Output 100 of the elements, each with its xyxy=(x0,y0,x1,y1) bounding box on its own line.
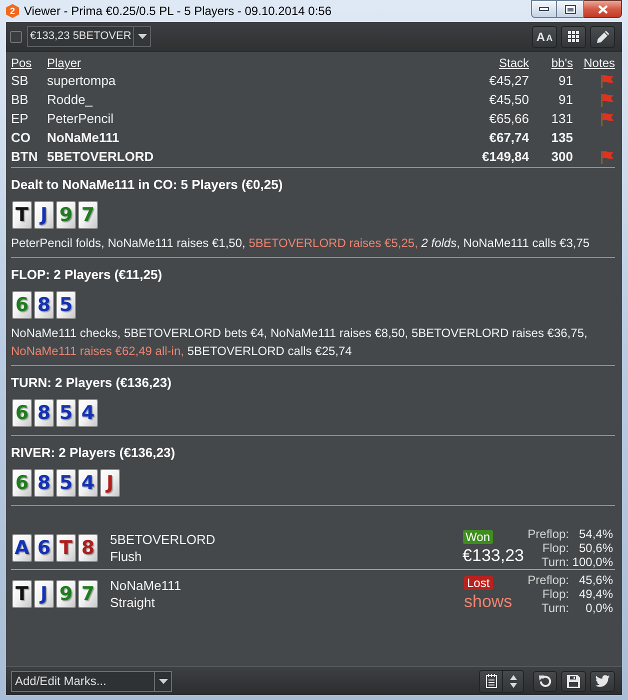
column-header[interactable]: Pos xyxy=(11,56,32,70)
playing-card: T xyxy=(12,201,32,229)
window-title: Viewer - Prima €0.25/0.5 PL - 5 Players - 09.10.2014 0:56 xyxy=(24,3,332,19)
hand-dropdown[interactable]: €133,23 5BETOVER xyxy=(27,26,152,47)
refresh-icon xyxy=(538,674,552,688)
playing-card: 5 xyxy=(56,399,76,427)
position-cell-text: EP xyxy=(11,110,30,128)
playing-card: 4 xyxy=(78,399,98,427)
equity-value: 0,0% xyxy=(584,601,613,615)
grid-icon xyxy=(568,31,579,42)
playing-card: A xyxy=(12,534,32,562)
player-cell-text: PeterPencil xyxy=(47,110,114,128)
playing-card: 8 xyxy=(34,399,54,427)
refresh-button[interactable] xyxy=(533,670,557,692)
action-log: NoNaMe111 checks, 5BETOVERLORD bets €4, NoNaMe111 raises €8,50, 5BETOVERLORD raises €36,75, NoNaMe111 raises €62,49 all-in, 5BETOVERLORD calls €25,74 xyxy=(11,325,588,360)
street-heading: RIVER: 2 Players (€136,23) xyxy=(11,444,176,462)
position-cell-text: BB xyxy=(11,91,30,109)
playing-card: 7 xyxy=(78,580,98,608)
playing-card: 5 xyxy=(56,291,76,319)
playing-card: T xyxy=(12,580,32,608)
app-logo: 2 xyxy=(6,4,19,18)
big-blinds-cell-text: 91 xyxy=(558,72,573,90)
share-button[interactable] xyxy=(590,670,615,692)
player-cell-text: Rodde_ xyxy=(47,91,94,109)
pencil-icon xyxy=(596,30,610,44)
equity-value: 45,6% xyxy=(578,573,613,587)
equity-value: 49,4% xyxy=(578,587,613,601)
bird-icon xyxy=(595,675,610,687)
playing-card: 4 xyxy=(78,469,98,497)
up-down-arrows-icon xyxy=(510,674,516,688)
playing-card: 7 xyxy=(78,201,98,229)
big-blinds-cell-text: 300 xyxy=(550,148,573,166)
playing-card: 6 xyxy=(12,469,32,497)
text-size-button[interactable]: AA xyxy=(532,26,557,48)
street-heading: FLOP: 2 Players (€11,25) xyxy=(11,266,164,284)
big-blinds-cell-text: 131 xyxy=(550,110,573,128)
equity-label: Flop: xyxy=(541,541,569,555)
position-cell-text: CO xyxy=(11,129,32,147)
column-header[interactable]: Notes xyxy=(584,56,615,70)
caret-down-icon xyxy=(138,34,147,39)
playing-card: J xyxy=(34,580,54,608)
won-badge: Won xyxy=(462,530,494,544)
stack-cell-text: €67,74 xyxy=(488,129,529,147)
column-header[interactable]: Stack xyxy=(498,56,529,70)
stack-cell-text: €149,84 xyxy=(481,148,529,166)
equity-value: 50,6% xyxy=(578,541,613,555)
street-heading: TURN: 2 Players (€136,23) xyxy=(11,374,172,392)
equity-value: 54,4% xyxy=(578,527,613,541)
maximize-icon xyxy=(564,4,576,14)
position-cell-text: BTN xyxy=(11,148,39,166)
street-heading: Dealt to NoNaMe111 in CO: 5 Players (€0,25) xyxy=(11,176,284,194)
playing-card: 9 xyxy=(56,201,76,229)
playing-card: 6 xyxy=(12,291,32,319)
caret-down-icon xyxy=(158,678,168,684)
grid-view-button[interactable] xyxy=(561,26,586,48)
showdown-status: shows xyxy=(464,590,512,612)
playing-card: 9 xyxy=(56,580,76,608)
hand-name: Straight xyxy=(110,594,156,611)
won-amount: €133,23 xyxy=(462,544,524,566)
position-cell-text: SB xyxy=(11,72,30,90)
playing-card: T xyxy=(56,534,76,562)
checkbox[interactable] xyxy=(10,30,22,42)
player-cell-text: 5BETOVERLORD xyxy=(47,148,155,166)
stack-cell-text: €45,50 xyxy=(488,91,529,109)
column-header[interactable]: bb's xyxy=(551,56,573,70)
stack-cell-text: €45,27 xyxy=(488,72,529,90)
close-button[interactable] xyxy=(584,0,622,18)
big-blinds-cell-text: 91 xyxy=(558,91,573,109)
minimize-icon xyxy=(539,7,549,11)
notepad-icon xyxy=(486,674,496,688)
playing-card: 5 xyxy=(56,469,76,497)
hand-name: Flush xyxy=(110,548,143,565)
column-header[interactable]: Player xyxy=(47,56,82,70)
playing-card: 8 xyxy=(34,469,54,497)
equity-label: Preflop: xyxy=(527,527,569,541)
player-name: 5BETOVERLORD xyxy=(110,531,216,548)
equity-label: Turn: xyxy=(540,601,569,615)
save-button[interactable] xyxy=(561,670,586,692)
equity-label: Preflop: xyxy=(527,573,569,587)
maximize-button[interactable] xyxy=(557,0,584,18)
playing-card: 6 xyxy=(34,534,54,562)
stack-cell-text: €65,66 xyxy=(488,110,529,128)
playing-card: J xyxy=(100,469,120,497)
playing-card: 8 xyxy=(78,534,98,562)
playing-card: 8 xyxy=(34,291,54,319)
close-icon xyxy=(598,4,608,14)
lost-badge: Lost xyxy=(464,576,493,590)
minimize-button[interactable] xyxy=(531,0,557,18)
equity-label: Flop: xyxy=(541,587,569,601)
player-name: NoNaMe111 xyxy=(110,577,182,594)
action-log: PeterPencil folds, NoNaMe111 raises €1,50, 5BETOVERLORD raises €5,25, 2 folds, NoNaMe111 calls €3,75 xyxy=(11,235,591,252)
equity-value: 100,0% xyxy=(571,555,613,569)
marks-dropdown[interactable]: Add/Edit Marks... xyxy=(11,670,172,692)
equity-label: Turn: xyxy=(540,555,569,569)
big-blinds-cell-text: 135 xyxy=(550,129,573,147)
playing-card: J xyxy=(34,201,54,229)
edit-button[interactable] xyxy=(590,26,615,48)
player-cell-text: NoNaMe111 xyxy=(47,129,120,147)
playing-card: 6 xyxy=(12,399,32,427)
player-cell-text: supertompa xyxy=(47,72,117,90)
